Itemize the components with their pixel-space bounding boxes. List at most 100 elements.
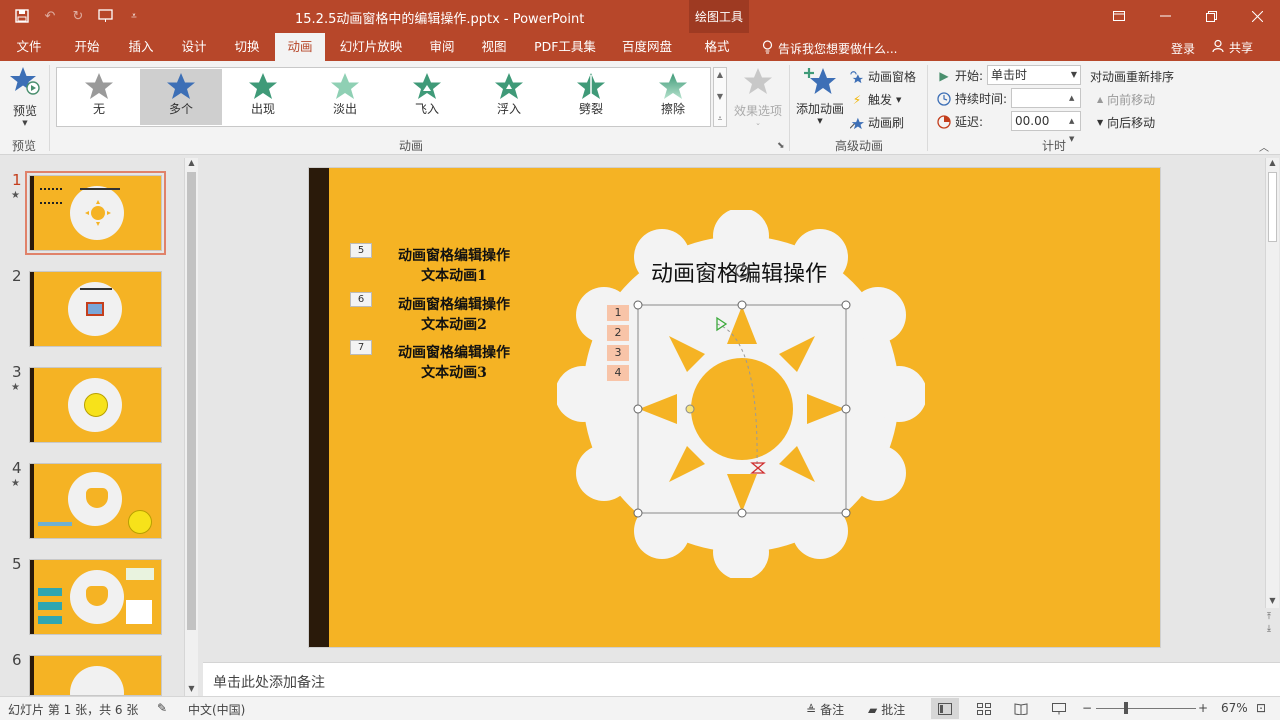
undo-icon[interactable]: ↶ xyxy=(40,6,60,26)
start-dropdown[interactable]: 单击时 ▼ xyxy=(987,65,1081,85)
current-slide[interactable]: 5 动画窗格编辑操作 文本动画1 6 动画窗格编辑操作 文本动画2 7 动画窗格… xyxy=(308,167,1161,648)
comments-toggle-button[interactable]: ▰ 批注 xyxy=(868,701,905,718)
reading-view-button[interactable] xyxy=(1007,698,1035,719)
login-link[interactable]: 登录 xyxy=(1171,40,1195,57)
zoom-level[interactable]: 67% xyxy=(1221,701,1248,715)
gallery-scroll[interactable]: ▲ ▼ ⩡ xyxy=(713,67,727,127)
tab-baidu-netdisk[interactable]: 百度网盘 xyxy=(615,33,679,61)
customize-qat-icon[interactable]: ⩡ xyxy=(124,6,144,26)
tab-file[interactable]: 文件 xyxy=(8,33,50,61)
ribbon-display-options-icon[interactable] xyxy=(1096,0,1142,32)
prev-next-slide-icons[interactable]: ⤒ ⤓ xyxy=(1267,611,1271,635)
tab-slideshow[interactable]: 幻灯片放映 xyxy=(334,33,408,61)
tab-view[interactable]: 视图 xyxy=(471,33,517,61)
scroll-down-icon[interactable]: ▼ xyxy=(1266,596,1279,608)
trigger-button[interactable]: ⚡ 触发 ▼ xyxy=(850,91,902,108)
animation-pane-button[interactable]: 动画窗格 xyxy=(850,68,916,85)
slide-info: 幻灯片 第 1 张，共 6 张 xyxy=(8,703,139,717)
animation-order-tag[interactable]: 4 xyxy=(607,365,629,381)
slide-text-block[interactable]: 动画窗格编辑操作 文本动画1 xyxy=(374,246,534,286)
slide-text-block[interactable]: 动画窗格编辑操作 文本动画3 xyxy=(374,343,534,383)
animation-painter-button[interactable]: 动画刷 xyxy=(850,114,904,131)
effect-options-button[interactable]: 效果选项 ⌄ xyxy=(733,67,783,127)
slide-thumbnail-2[interactable] xyxy=(29,271,162,347)
slide-scrollbar[interactable]: ▲ ▼ xyxy=(1265,158,1279,608)
slide-thumbnail-6[interactable] xyxy=(29,655,162,696)
zoom-slider-thumb[interactable] xyxy=(1124,702,1128,714)
spinner-icon[interactable]: ▲▼ xyxy=(1069,112,1079,143)
spinner-icon[interactable]: ▲▼ xyxy=(1069,89,1079,120)
notes-pane[interactable]: 单击此处添加备注 xyxy=(203,662,1280,696)
close-icon[interactable] xyxy=(1234,0,1280,32)
gallery-item-float-in[interactable]: 浮入 xyxy=(468,69,550,125)
scroll-thumb[interactable] xyxy=(187,172,196,630)
normal-view-button[interactable] xyxy=(931,698,959,719)
share-button[interactable]: 共享 xyxy=(1212,39,1253,56)
effect-options-label: 效果选项 xyxy=(733,104,782,118)
slide-sorter-view-button[interactable] xyxy=(970,698,998,719)
gallery-item-multiple[interactable]: 多个 xyxy=(140,69,222,125)
normal-view-icon xyxy=(938,702,952,715)
gallery-item-none[interactable]: 无 xyxy=(58,69,140,125)
delay-input[interactable]: 00.00 ▲ ▼ xyxy=(1011,111,1081,143)
dialog-launcher-icon[interactable]: ⬊ xyxy=(777,141,785,151)
gallery-expand-icon[interactable]: ⩡ xyxy=(718,114,723,124)
sun-shape[interactable] xyxy=(629,298,851,520)
slideshow-view-button[interactable] xyxy=(1045,698,1073,719)
collapse-ribbon-icon[interactable]: ︿ xyxy=(1259,139,1269,154)
minimize-icon[interactable] xyxy=(1142,0,1188,32)
tab-insert[interactable]: 插入 xyxy=(118,33,164,61)
add-animation-button[interactable]: 添加动画 ▼ xyxy=(795,65,845,125)
tab-animations[interactable]: 动画 xyxy=(275,33,325,61)
fit-slide-icon[interactable]: ⊡ xyxy=(1256,701,1266,715)
animation-order-tag[interactable]: 3 xyxy=(607,345,629,361)
preview-button[interactable]: 预览 ▼ xyxy=(5,65,45,129)
slide-thumbnail-3[interactable] xyxy=(29,367,162,443)
notes-toggle-button[interactable]: ≜ 备注 xyxy=(806,701,844,718)
gallery-item-split[interactable]: 劈裂 xyxy=(550,69,632,125)
animation-order-tag[interactable]: 5 xyxy=(350,243,372,258)
gallery-item-fly-in[interactable]: 飞入 xyxy=(386,69,468,125)
scroll-thumb[interactable] xyxy=(1268,172,1277,242)
animation-order-tag[interactable]: 6 xyxy=(350,292,372,307)
zoom-out-button[interactable]: − xyxy=(1082,701,1092,715)
scroll-up-icon[interactable]: ▲ xyxy=(185,158,198,170)
gallery-item-appear[interactable]: 出现 xyxy=(222,69,304,125)
animation-order-tag[interactable]: 2 xyxy=(607,325,629,341)
move-earlier-button[interactable]: ▲ 向前移动 xyxy=(1097,91,1155,108)
slide-thumbnail-1[interactable] xyxy=(25,171,166,255)
scroll-up-icon[interactable]: ▲ xyxy=(717,70,723,79)
save-icon[interactable] xyxy=(12,6,32,26)
tab-review[interactable]: 审阅 xyxy=(419,33,465,61)
tab-pdf-tools[interactable]: PDF工具集 xyxy=(530,33,600,61)
tab-transitions[interactable]: 切换 xyxy=(224,33,270,61)
move-later-button[interactable]: ▼ 向后移动 xyxy=(1097,114,1155,131)
language-status[interactable]: 中文(中国) xyxy=(188,701,245,718)
gallery-item-fade[interactable]: 淡出 xyxy=(304,69,386,125)
scroll-down-icon[interactable]: ▼ xyxy=(717,92,723,101)
spell-check-icon[interactable]: ✎ xyxy=(157,701,167,715)
scroll-down-icon[interactable]: ▼ xyxy=(185,684,198,696)
duration-input[interactable]: ▲▼ xyxy=(1011,88,1081,120)
scroll-up-icon[interactable]: ▲ xyxy=(1266,158,1279,170)
tab-design[interactable]: 设计 xyxy=(171,33,217,61)
slide-thumbnail-4[interactable] xyxy=(29,463,162,539)
add-animation-label: 添加动画 xyxy=(795,102,844,116)
tab-format[interactable]: 格式 xyxy=(694,33,740,61)
zoom-in-button[interactable]: + xyxy=(1198,701,1208,715)
rotate-handle-icon[interactable] xyxy=(734,263,750,279)
tell-me-box[interactable]: 告诉我您想要做什么... xyxy=(762,40,897,57)
zoom-slider-track[interactable] xyxy=(1096,708,1196,709)
redo-icon[interactable]: ↻ xyxy=(68,6,88,26)
restore-icon[interactable] xyxy=(1188,0,1234,32)
split-star-icon xyxy=(577,73,605,99)
thumbnails-scrollbar[interactable]: ▲ ▼ xyxy=(184,158,198,696)
document-title: 15.2.5动画窗格中的编辑操作.pptx - PowerPoint xyxy=(295,12,585,27)
gallery-item-wipe[interactable]: 擦除 xyxy=(632,69,714,125)
slide-text-block[interactable]: 动画窗格编辑操作 文本动画2 xyxy=(374,295,534,335)
animation-order-tag[interactable]: 7 xyxy=(350,340,372,355)
start-from-beginning-icon[interactable] xyxy=(96,6,116,26)
slide-thumbnail-5[interactable] xyxy=(29,559,162,635)
animation-order-tag[interactable]: 1 xyxy=(607,305,629,321)
tab-home[interactable]: 开始 xyxy=(64,33,110,61)
